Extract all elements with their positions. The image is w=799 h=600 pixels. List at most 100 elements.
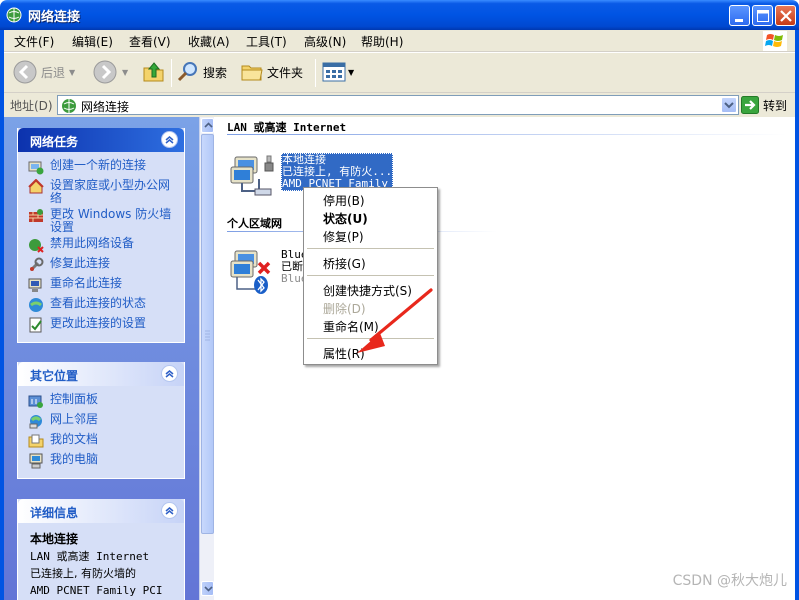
task-rename[interactable]: 重命名此连接 xyxy=(18,276,184,296)
back-dropdown-icon[interactable]: ▼ xyxy=(69,68,75,77)
group-header-pan: 个人区域网 xyxy=(227,217,282,230)
menu-item-rename[interactable]: 重命名(M) xyxy=(323,318,379,335)
details-status: 已连接上, 有防火墙的 xyxy=(30,567,136,580)
task-pane: 网络任务 创建一个新的连接 设置家庭或小型办公网络 更改 Windows 防火墙… xyxy=(4,117,199,600)
folder-icon xyxy=(241,65,263,81)
details-type: LAN 或高速 Internet xyxy=(30,550,150,563)
views-button[interactable]: ▼ xyxy=(322,57,354,87)
views-dropdown-icon[interactable]: ▼ xyxy=(348,68,354,77)
forward-button[interactable]: ▼ xyxy=(92,57,128,87)
task-firewall[interactable]: 更改 Windows 防火墙设置 xyxy=(18,207,184,236)
task-disable-device[interactable]: 禁用此网络设备 xyxy=(18,236,184,256)
network-connections-icon xyxy=(62,99,76,113)
my-documents-icon xyxy=(28,434,44,448)
network-connections-icon xyxy=(6,7,22,23)
menu-item-create-shortcut[interactable]: 创建快捷方式(S) xyxy=(323,282,412,299)
settings-icon xyxy=(29,317,42,333)
network-places-icon xyxy=(29,415,42,429)
menu-item-status[interactable]: 状态(U) xyxy=(323,210,368,227)
up-folder-button[interactable] xyxy=(142,57,166,87)
connection-label: 本地连接 已连接上, 有防火... AMD PCNET Family xyxy=(281,153,394,191)
connections-view: LAN 或高速 Internet 本地连接 已连接上, 有防火... AMD P… xyxy=(215,117,795,600)
back-arrow-icon xyxy=(13,60,37,84)
lan-connection-icon xyxy=(230,155,274,196)
back-label: 后退 xyxy=(41,65,66,80)
menu-file[interactable]: 文件(F) xyxy=(14,33,54,50)
menu-item-properties[interactable]: 属性(R) xyxy=(323,345,365,362)
menu-favorites[interactable]: 收藏(A) xyxy=(188,33,230,50)
rename-icon xyxy=(28,278,42,292)
group-divider xyxy=(227,134,787,135)
go-arrow-icon xyxy=(741,96,759,114)
place-my-documents[interactable]: 我的文档 xyxy=(18,432,184,452)
context-menu: 停用(B) 状态(U) 修复(P) 桥接(G) 创建快捷方式(S) 删除(D) … xyxy=(303,187,438,365)
menu-tools[interactable]: 工具(T) xyxy=(246,33,287,50)
minimize-button[interactable] xyxy=(729,5,750,26)
go-label: 转到 xyxy=(763,98,788,113)
task-change-settings[interactable]: 更改此连接的设置 xyxy=(18,316,184,336)
scroll-up-button[interactable] xyxy=(201,118,214,133)
place-network-neighborhood[interactable]: 网上邻居 xyxy=(18,412,184,432)
folders-button[interactable]: 文件夹 xyxy=(240,57,303,87)
task-new-connection[interactable]: 创建一个新的连接 xyxy=(18,158,184,178)
close-button[interactable] xyxy=(775,5,796,26)
back-button[interactable]: 后退 ▼ xyxy=(12,57,75,87)
other-places-header[interactable]: 其它位置 xyxy=(18,362,184,386)
details-panel: 详细信息 本地连接 LAN 或高速 Internet 已连接上, 有防火墙的 A… xyxy=(17,499,185,600)
address-input[interactable]: 网络连接 xyxy=(57,95,739,115)
menu-item-delete: 删除(D) xyxy=(323,302,366,316)
place-control-panel[interactable]: 控制面板 xyxy=(18,392,184,412)
forward-dropdown-icon[interactable]: ▼ xyxy=(122,68,128,77)
place-my-computer[interactable]: 我的电脑 xyxy=(18,452,184,472)
bluetooth-connection-icon xyxy=(230,250,271,294)
address-bar: 地址(D) 网络连接 转到 xyxy=(4,93,795,117)
details-body: 本地连接 LAN 或高速 Internet 已连接上, 有防火墙的 AMD PC… xyxy=(18,523,184,600)
up-folder-icon xyxy=(143,62,164,82)
vertical-scrollbar[interactable] xyxy=(199,117,214,600)
grip-icon xyxy=(205,330,210,341)
repair-icon xyxy=(29,257,44,272)
windows-logo-icon xyxy=(763,31,787,51)
menu-separator xyxy=(307,338,434,339)
menu-edit[interactable]: 编辑(E) xyxy=(72,33,113,50)
title-bar: 网络连接 xyxy=(0,0,799,30)
collapse-chevron-icon[interactable] xyxy=(161,365,178,382)
task-view-status[interactable]: 查看此连接的状态 xyxy=(18,296,184,316)
minimize-icon xyxy=(735,19,743,22)
address-label: 地址(D) xyxy=(10,99,53,113)
other-places-panel: 其它位置 控制面板 网上邻居 我的文档 我的电脑 xyxy=(17,362,185,479)
search-icon xyxy=(177,62,197,82)
menu-help[interactable]: 帮助(H) xyxy=(361,33,403,50)
status-icon xyxy=(29,298,43,312)
scroll-down-button[interactable] xyxy=(201,581,214,596)
task-home-network[interactable]: 设置家庭或小型办公网络 xyxy=(18,178,184,207)
address-value: 网络连接 xyxy=(81,100,130,114)
menu-separator xyxy=(307,248,434,249)
toolbar-separator xyxy=(315,59,316,87)
collapse-chevron-icon[interactable] xyxy=(161,502,178,519)
maximize-button[interactable] xyxy=(752,5,773,26)
details-connection-name: 本地连接 xyxy=(30,532,79,546)
details-title: 详细信息 xyxy=(30,506,79,520)
close-icon xyxy=(780,10,792,22)
collapse-chevron-icon[interactable] xyxy=(161,131,178,148)
home-network-icon xyxy=(28,179,44,194)
network-tasks-panel: 网络任务 创建一个新的连接 设置家庭或小型办公网络 更改 Windows 防火墙… xyxy=(17,128,185,343)
menu-item-bridge[interactable]: 桥接(G) xyxy=(323,255,366,272)
menu-view[interactable]: 查看(V) xyxy=(129,33,171,50)
address-dropdown-button[interactable] xyxy=(721,97,737,113)
network-tasks-header[interactable]: 网络任务 xyxy=(18,128,184,152)
go-button[interactable]: 转到 xyxy=(741,95,787,115)
scroll-thumb[interactable] xyxy=(201,134,214,534)
menu-item-disable[interactable]: 停用(B) xyxy=(323,192,365,209)
search-button[interactable]: 搜索 xyxy=(176,57,227,87)
firewall-icon xyxy=(29,209,43,222)
other-places-title: 其它位置 xyxy=(30,369,79,383)
menu-advanced[interactable]: 高级(N) xyxy=(304,33,346,50)
group-header-lan: LAN 或高速 Internet xyxy=(227,121,347,134)
new-connection-icon xyxy=(28,161,44,175)
details-header[interactable]: 详细信息 xyxy=(18,499,184,523)
menu-item-repair[interactable]: 修复(P) xyxy=(323,228,364,245)
details-device: AMD PCNET Family PCI xyxy=(30,584,163,597)
task-repair[interactable]: 修复此连接 xyxy=(18,256,184,276)
